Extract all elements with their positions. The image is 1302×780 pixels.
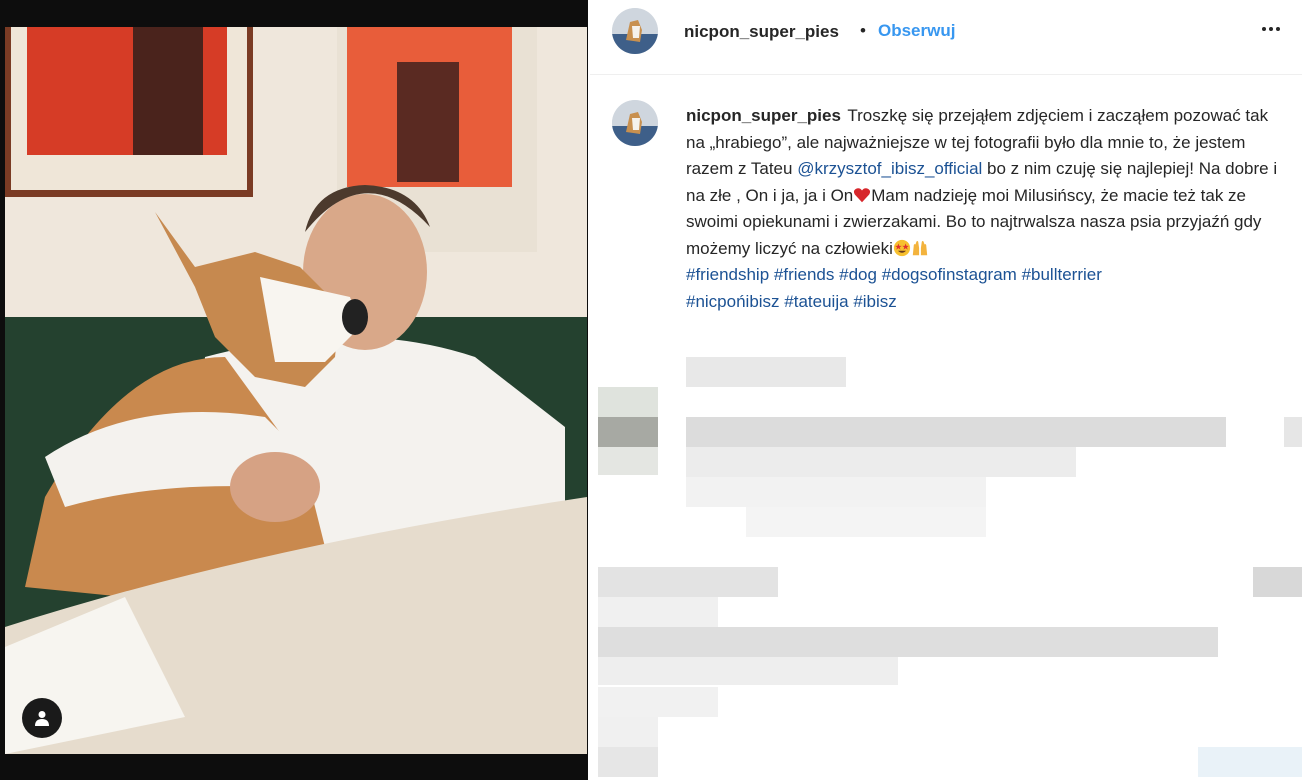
user-tag-button[interactable] [22,698,62,738]
header-username[interactable]: nicpon_super_pies [684,22,839,42]
hashtag[interactable]: #dogsofinstagram [882,265,1017,284]
blur-block [686,417,1226,447]
blur-block [1284,417,1302,447]
star-struck-emoji [893,239,910,256]
blur-block [598,627,1218,657]
post-photo-panel [0,0,588,780]
blur-block [686,357,846,387]
blur-block [1253,567,1302,597]
hashtag[interactable]: #bullterrier [1022,265,1102,284]
separator-dot: • [860,21,866,40]
blur-block [598,747,658,777]
blur-block [686,477,986,507]
blur-block [598,717,658,747]
caption-mention[interactable]: @krzysztof_ibisz_official [797,159,982,178]
blur-block [598,687,718,717]
post-side-panel: nicpon_super_pies • Obserwuj nicpon_supe… [590,0,1302,780]
blur-block [598,597,718,627]
more-dot [1269,27,1273,31]
user-tag-icon [35,711,49,726]
caption-avatar[interactable] [612,100,658,146]
red-heart-emoji [854,187,871,202]
hashtag[interactable]: #friends [774,265,834,284]
post-header: nicpon_super_pies • Obserwuj [590,0,1302,75]
hashtag[interactable]: #nicpońibisz [686,292,780,311]
blur-block [746,507,986,537]
more-dot [1276,27,1280,31]
blur-block [598,417,658,447]
raised-hands-emoji [912,240,928,255]
blur-block [598,657,898,685]
blur-block [1198,747,1302,777]
follow-button[interactable]: Obserwuj [878,21,955,41]
blur-block [598,387,658,417]
pixelated-comments-area [598,355,1302,780]
hashtag[interactable]: #dog [839,265,877,284]
hashtag[interactable]: #friendship [686,265,769,284]
blur-block [598,447,658,475]
blur-block [686,447,1076,477]
more-options-icon [1262,27,1266,31]
avatar[interactable] [612,8,658,54]
hashtag[interactable]: #ibisz [853,292,896,311]
hashtag[interactable]: #tateuija [784,292,848,311]
more-options-button[interactable] [1258,16,1284,42]
blur-block [598,567,778,597]
caption-username[interactable]: nicpon_super_pies [686,106,841,125]
post-photo[interactable] [5,27,587,754]
caption-text: nicpon_super_pies Troszkę się przejąłem … [686,103,1286,315]
